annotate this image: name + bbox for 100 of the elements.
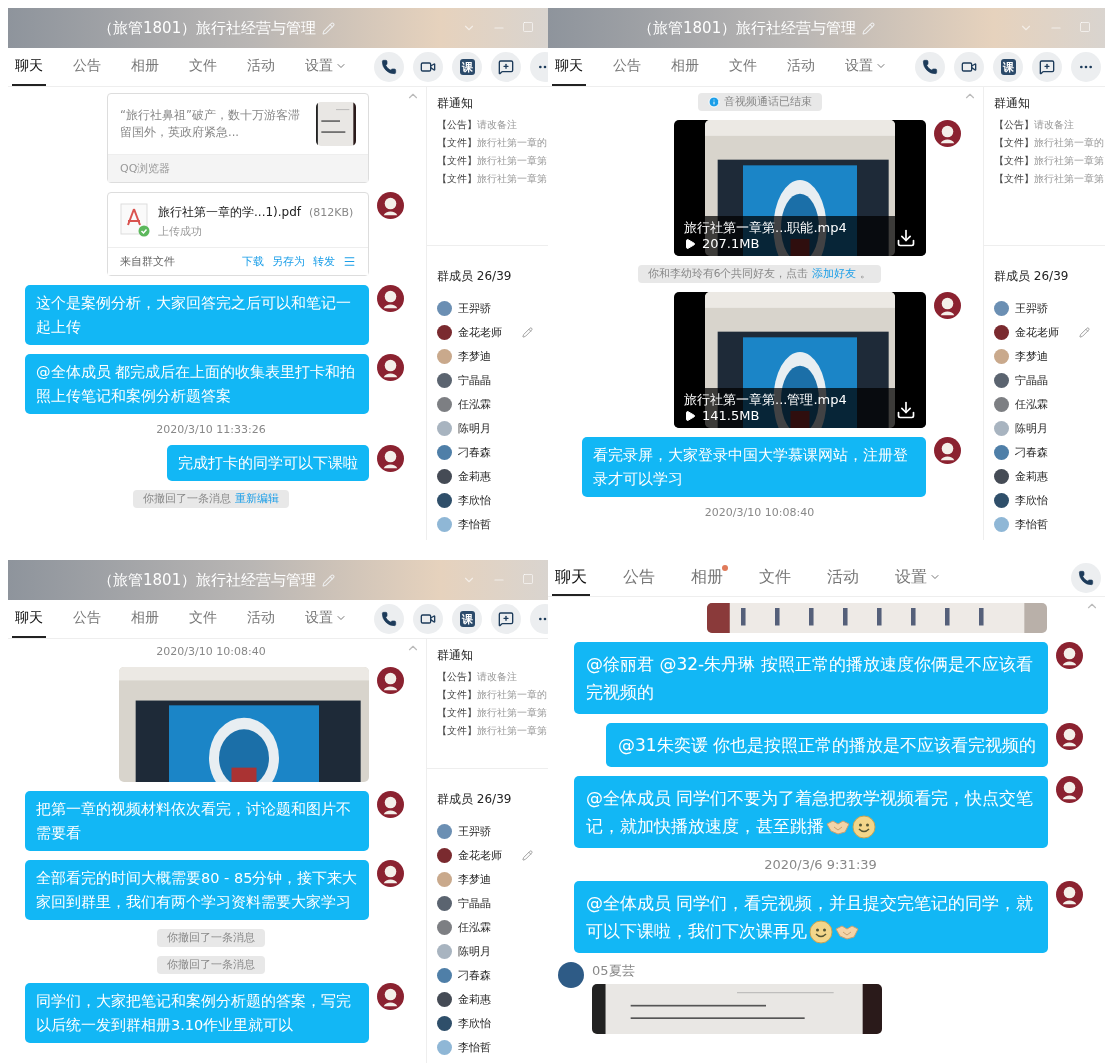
notice-item[interactable]: 【公告】请改备注 <box>437 116 548 134</box>
tab[interactable]: 公告 <box>70 600 104 638</box>
member-item[interactable]: 王羿骄 <box>994 299 1105 318</box>
member-item[interactable]: 宁晶晶 <box>437 371 548 390</box>
member-item[interactable]: 任泓霖 <box>437 395 548 414</box>
member-avatar-icon <box>437 373 452 388</box>
edit-icon[interactable] <box>862 21 876 35</box>
member-item[interactable]: 李梦迪 <box>437 870 548 889</box>
pencil-icon[interactable] <box>522 327 533 338</box>
phone-call-button[interactable] <box>915 52 945 82</box>
tab[interactable]: 活动 <box>784 48 818 86</box>
member-item[interactable]: 金莉惠 <box>437 990 548 1009</box>
member-item[interactable]: 李怡哲 <box>994 515 1105 534</box>
tab[interactable]: 公告 <box>70 48 104 86</box>
video-size: 141.5MB <box>702 408 760 424</box>
pencil-icon[interactable] <box>1079 327 1090 338</box>
member-item[interactable]: 刁春森 <box>437 443 548 462</box>
tab[interactable]: 设置 <box>842 48 890 86</box>
member-avatar-icon <box>994 325 1009 340</box>
maximize-icon[interactable] <box>522 573 534 585</box>
video-call-button[interactable] <box>413 52 443 82</box>
member-item[interactable]: 李欣怡 <box>437 1014 548 1033</box>
notice-item[interactable]: 【公告】请改备注 <box>437 668 548 686</box>
more-button[interactable] <box>1071 52 1101 82</box>
smiley-emoji-icon <box>852 815 876 839</box>
tab[interactable]: 相册 <box>128 600 162 638</box>
tab[interactable]: 聊天 <box>12 600 46 638</box>
video-card[interactable]: 旅行社第一章第...职能.mp4 207.1MB <box>674 120 926 256</box>
member-item[interactable]: 李梦迪 <box>994 347 1105 366</box>
tab[interactable]: 聊天 <box>552 48 586 86</box>
edit-icon[interactable] <box>322 21 336 35</box>
menu-icon[interactable] <box>343 255 356 268</box>
tab[interactable]: 设置 <box>892 560 944 596</box>
member-item[interactable]: 李怡哲 <box>437 1038 548 1057</box>
member-item[interactable]: 宁晶晶 <box>994 371 1105 390</box>
phone-call-button[interactable] <box>374 604 404 634</box>
member-item[interactable]: 李欣怡 <box>437 491 548 510</box>
course-button[interactable]: 课 <box>452 604 482 634</box>
notice-text: 你和李幼玲有6个共同好友，点击 <box>647 267 809 281</box>
tab[interactable]: 活动 <box>244 600 278 638</box>
tab[interactable]: 公告 <box>610 48 644 86</box>
member-item[interactable]: 宁晶晶 <box>437 894 548 913</box>
download-icon[interactable] <box>896 228 916 248</box>
member-item[interactable]: 刁春森 <box>994 443 1105 462</box>
member-item[interactable]: 李梦迪 <box>437 347 548 366</box>
tab[interactable]: 相册 <box>668 48 702 86</box>
video-camera-icon <box>420 611 436 627</box>
tab[interactable]: 活动 <box>824 560 862 596</box>
maximize-icon[interactable] <box>1079 21 1091 33</box>
file-card[interactable]: 旅行社第一章的学...1).pdf (812KB) 上传成功 来自群文件 下载 另存为 转发 <box>107 192 369 276</box>
member-item[interactable]: 金花老师 <box>994 323 1105 342</box>
member-avatar-icon <box>994 421 1009 436</box>
tab[interactable]: 文件 <box>756 560 794 596</box>
video-card[interactable]: 旅行社第一章第...管理.mp4 141.5MB <box>674 292 926 428</box>
message-plus-icon <box>498 611 514 627</box>
tab[interactable]: 相册 <box>688 560 726 596</box>
edit-icon[interactable] <box>322 573 336 587</box>
tab[interactable]: 设置 <box>302 600 350 638</box>
member-item[interactable]: 金花老师 <box>437 846 548 865</box>
member-avatar-icon <box>994 373 1009 388</box>
member-item[interactable]: 金莉惠 <box>994 467 1105 486</box>
member-item[interactable]: 王羿骄 <box>437 822 548 841</box>
course-button[interactable]: 课 <box>452 52 482 82</box>
member-item[interactable]: 金莉惠 <box>437 467 548 486</box>
member-item[interactable]: 陈明月 <box>437 419 548 438</box>
phone-call-button[interactable] <box>374 52 404 82</box>
message-plus-icon <box>498 59 514 75</box>
member-item[interactable]: 刁春森 <box>437 966 548 985</box>
member-item[interactable]: 任泓霖 <box>437 918 548 937</box>
member-item[interactable]: 陈明月 <box>437 942 548 961</box>
tab[interactable]: 聊天 <box>12 48 46 86</box>
tab[interactable]: 文件 <box>726 48 760 86</box>
notice-item[interactable]: 【公告】请改备注 <box>994 116 1105 134</box>
member-item[interactable]: 李欣怡 <box>994 491 1105 510</box>
tab[interactable]: 活动 <box>244 48 278 86</box>
file-size: (812KB) <box>309 206 354 219</box>
tab[interactable]: 相册 <box>128 48 162 86</box>
video-call-button[interactable] <box>954 52 984 82</box>
member-item[interactable]: 陈明月 <box>994 419 1105 438</box>
link-card[interactable]: “旅行社鼻祖”破产，数十万游客滞留国外，英政府紧急... QQ浏览器 <box>107 93 369 183</box>
course-button[interactable]: 课 <box>993 52 1023 82</box>
new-message-button[interactable] <box>491 604 521 634</box>
video-call-button[interactable] <box>413 604 443 634</box>
maximize-icon[interactable] <box>522 21 534 33</box>
member-item[interactable]: 王羿骄 <box>437 299 548 318</box>
pencil-icon[interactable] <box>522 850 533 861</box>
tab[interactable]: 文件 <box>186 600 220 638</box>
avatar-icon <box>377 285 404 312</box>
new-message-button[interactable] <box>1032 52 1062 82</box>
new-message-button[interactable] <box>491 52 521 82</box>
member-item[interactable]: 任泓霖 <box>994 395 1105 414</box>
tab[interactable]: 聊天 <box>552 560 590 596</box>
download-icon[interactable] <box>896 400 916 420</box>
phone-call-button[interactable] <box>1071 563 1101 593</box>
tab[interactable]: 公告 <box>620 560 658 596</box>
tab[interactable]: 设置 <box>302 48 350 86</box>
section-title: 群通知 <box>994 95 1031 112</box>
member-item[interactable]: 金花老师 <box>437 323 548 342</box>
tab[interactable]: 文件 <box>186 48 220 86</box>
member-item[interactable]: 李怡哲 <box>437 515 548 534</box>
